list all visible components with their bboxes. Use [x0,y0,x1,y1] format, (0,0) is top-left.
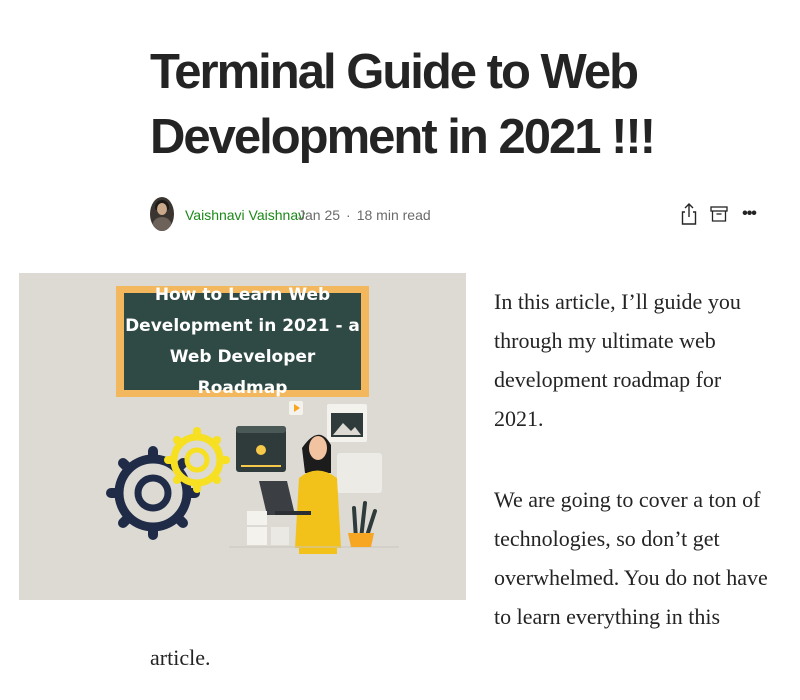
article-title: Terminal Guide to Web Development in 202… [150,45,656,164]
share-icon [681,203,697,225]
person-illustration [259,434,341,554]
bookmark-save-icon [710,206,728,222]
hero-heading: How to Learn Web Development in 2021 - a… [125,284,360,398]
share-button[interactable] [676,201,702,227]
plant-icon [348,501,377,547]
yellow-gear-icon [164,427,230,493]
save-button[interactable] [706,201,732,227]
hero-image: How to Learn Web Development in 2021 - a… [19,273,466,600]
publish-date: Jan 25 [298,207,341,223]
article-meta: Jan 25 · 18 min read [298,207,431,223]
image-window-icon [327,404,367,442]
video-player-icon [236,426,286,472]
paragraph-second-continued: article. [150,645,211,670]
article-byline: Vaishnavi Vaishnav Jan 25 · 18 min read ••… [150,197,757,233]
dark-gear-icon [106,446,200,540]
chalkboard-frame: How to Learn Web Development in 2021 - a… [116,285,369,398]
meta-separator: · [346,207,351,223]
author-avatar[interactable] [150,197,174,231]
chalkboard: How to Learn Web Development in 2021 - a… [124,285,361,398]
author-name-link[interactable]: Vaishnavi Vaishnav [185,207,305,223]
more-options-button[interactable]: ••• [736,201,762,227]
read-time: 18 min read [356,207,431,223]
paragraph-intro: In this article, I’ll guide you through … [494,289,741,431]
paragraph-second: We are going to cover a ton of technolog… [494,487,768,629]
